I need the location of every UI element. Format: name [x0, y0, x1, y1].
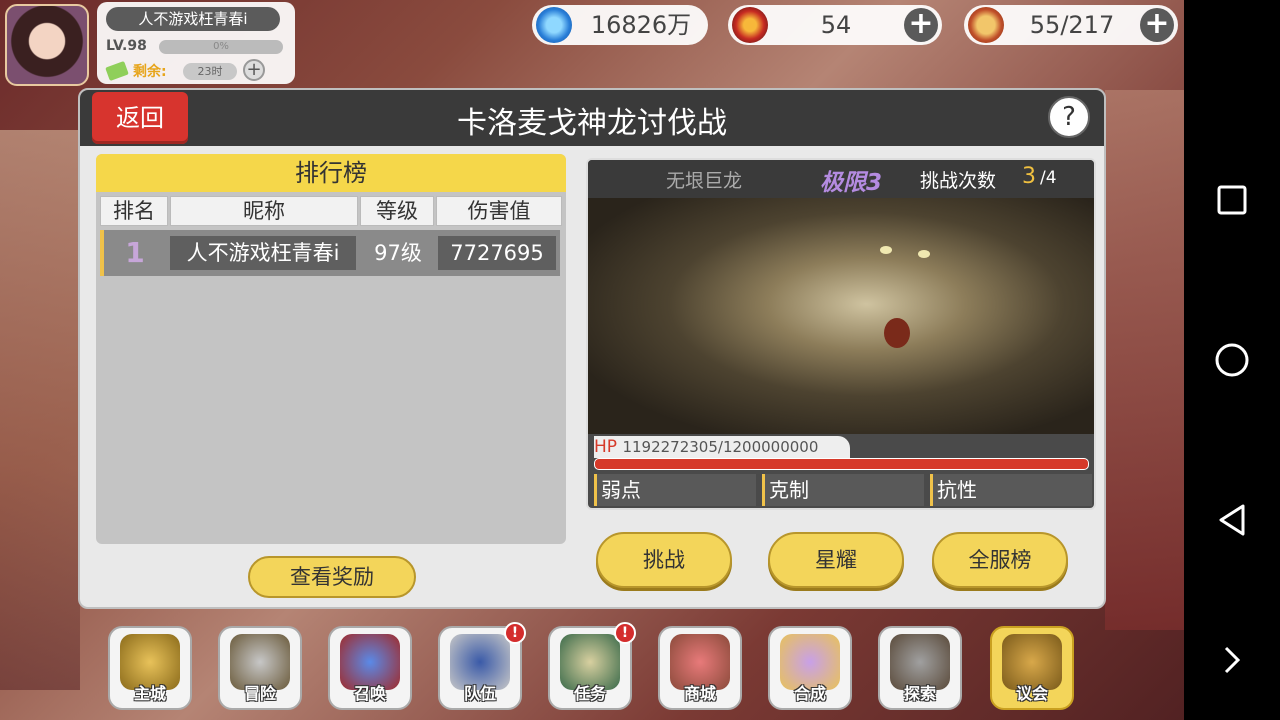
weakness-slot[interactable]: 弱点	[594, 474, 756, 506]
boss-name: 无垠巨龙	[666, 170, 743, 192]
row-rank: 1	[125, 236, 145, 269]
stamina-value: 54	[820, 11, 852, 39]
alert-badge: !	[504, 622, 526, 644]
column-header-level: 等级	[360, 196, 434, 226]
raid-panel: 卡洛麦戈神龙讨伐战 返回 ? 排行榜 排名 昵称 等级 伤害值 1 人不游戏枉青…	[78, 88, 1106, 609]
server-rank-button[interactable]: 全服榜	[932, 532, 1068, 588]
boss-card: 无垠巨龙 极限3 挑战次数 3 /4 HP 1192272305/1200000…	[586, 158, 1096, 510]
menu-label: 召唤	[353, 684, 386, 703]
menu-label: 主城	[133, 684, 166, 703]
stamina-icon	[732, 7, 768, 43]
menu-summon[interactable]: 召唤	[328, 626, 412, 710]
chevron-right-icon[interactable]	[1184, 630, 1280, 690]
menu-quest[interactable]: 任务 !	[548, 622, 636, 710]
row-level: 97级	[374, 241, 422, 265]
remain-time: 23时	[183, 63, 237, 80]
player-level: LV.98	[106, 38, 147, 54]
crystal-value: 16826万	[590, 11, 692, 39]
view-rewards-button[interactable]: 查看奖励	[248, 556, 416, 598]
boss-header: 无垠巨龙 极限3 挑战次数 3 /4	[588, 160, 1094, 198]
dragon-eye	[880, 246, 892, 254]
hp-bar	[594, 458, 1089, 470]
dragon-eye	[918, 250, 930, 258]
stamina-currency: 54 +	[728, 5, 942, 45]
menu-label: 任务	[573, 684, 606, 703]
menu-adventure[interactable]: 冒险	[218, 626, 302, 710]
leaderboard: 排行榜 排名 昵称 等级 伤害值 1 人不游戏枉青春i 97级 7727695	[96, 154, 566, 544]
help-button[interactable]: ?	[1048, 96, 1090, 138]
menu-label: 合成	[793, 684, 826, 703]
dragon-mouth	[884, 318, 910, 348]
challenge-button[interactable]: 挑战	[596, 532, 732, 588]
hp-label: HP	[594, 437, 618, 457]
column-header-name: 昵称	[170, 196, 358, 226]
background-curtain	[1105, 90, 1185, 630]
attempts-label: 挑战次数	[920, 170, 997, 192]
back-icon[interactable]	[1184, 490, 1280, 550]
home-icon[interactable]	[1184, 330, 1280, 390]
starlight-button[interactable]: 星耀	[768, 532, 904, 588]
menu-council[interactable]: 议会	[990, 626, 1074, 710]
food-currency: 55/217 +	[964, 5, 1178, 45]
remain-add-button[interactable]: +	[243, 59, 265, 81]
xp-bar: 0%	[159, 40, 283, 54]
food-value: 55/217	[1029, 11, 1115, 39]
resistance-slot[interactable]: 抗性	[930, 474, 1092, 506]
difficulty-label: 极限3	[820, 170, 883, 196]
leaderboard-title: 排行榜	[96, 154, 566, 192]
ticket-icon	[105, 61, 129, 81]
remain-label: 剩余:	[133, 64, 167, 80]
player-profile-card: 人不游戏枉青春i LV.98 0% 剩余: 23时 +	[97, 2, 295, 84]
menu-label: 探索	[903, 684, 936, 703]
recent-apps-icon[interactable]	[1184, 170, 1280, 230]
hp-value: 1192272305/1200000000	[622, 438, 819, 456]
stamina-add-button[interactable]: +	[904, 8, 938, 42]
attempts-max: /4	[1040, 168, 1057, 188]
menu-label: 商城	[683, 684, 716, 703]
menu-craft[interactable]: 合成	[768, 626, 852, 710]
menu-label: 队伍	[463, 684, 496, 703]
menu-label: 议会	[1015, 684, 1048, 703]
column-header-damage: 伤害值	[436, 196, 562, 226]
alert-badge: !	[614, 622, 636, 644]
system-nav-bar	[1184, 0, 1280, 720]
row-name: 人不游戏枉青春i	[170, 236, 356, 270]
crystal-icon	[536, 7, 572, 43]
menu-main-city[interactable]: 主城	[108, 626, 192, 710]
hp-readout: HP 1192272305/1200000000	[594, 436, 850, 458]
attempts-value: 3	[1022, 164, 1036, 189]
player-avatar[interactable]	[5, 4, 89, 86]
player-name: 人不游戏枉青春i	[106, 7, 280, 31]
crystal-currency: 16826万	[532, 5, 708, 45]
counter-slot[interactable]: 克制	[762, 474, 924, 506]
column-header-rank: 排名	[100, 196, 168, 226]
food-add-button[interactable]: +	[1140, 8, 1174, 42]
page-title: 卡洛麦戈神龙讨伐战	[457, 106, 727, 141]
title-bar: 卡洛麦戈神龙讨伐战 返回 ?	[80, 90, 1104, 146]
background-window	[0, 130, 80, 690]
menu-explore[interactable]: 探索	[878, 626, 962, 710]
menu-shop[interactable]: 商城	[658, 626, 742, 710]
menu-label: 冒险	[243, 684, 276, 703]
hotdog-icon	[968, 7, 1004, 43]
back-button[interactable]: 返回	[92, 92, 188, 144]
row-damage: 7727695	[438, 236, 556, 270]
dragon-image	[588, 198, 1094, 434]
menu-team[interactable]: 队伍 !	[438, 622, 526, 710]
table-row[interactable]: 1 人不游戏枉青春i 97级 7727695	[100, 230, 560, 276]
